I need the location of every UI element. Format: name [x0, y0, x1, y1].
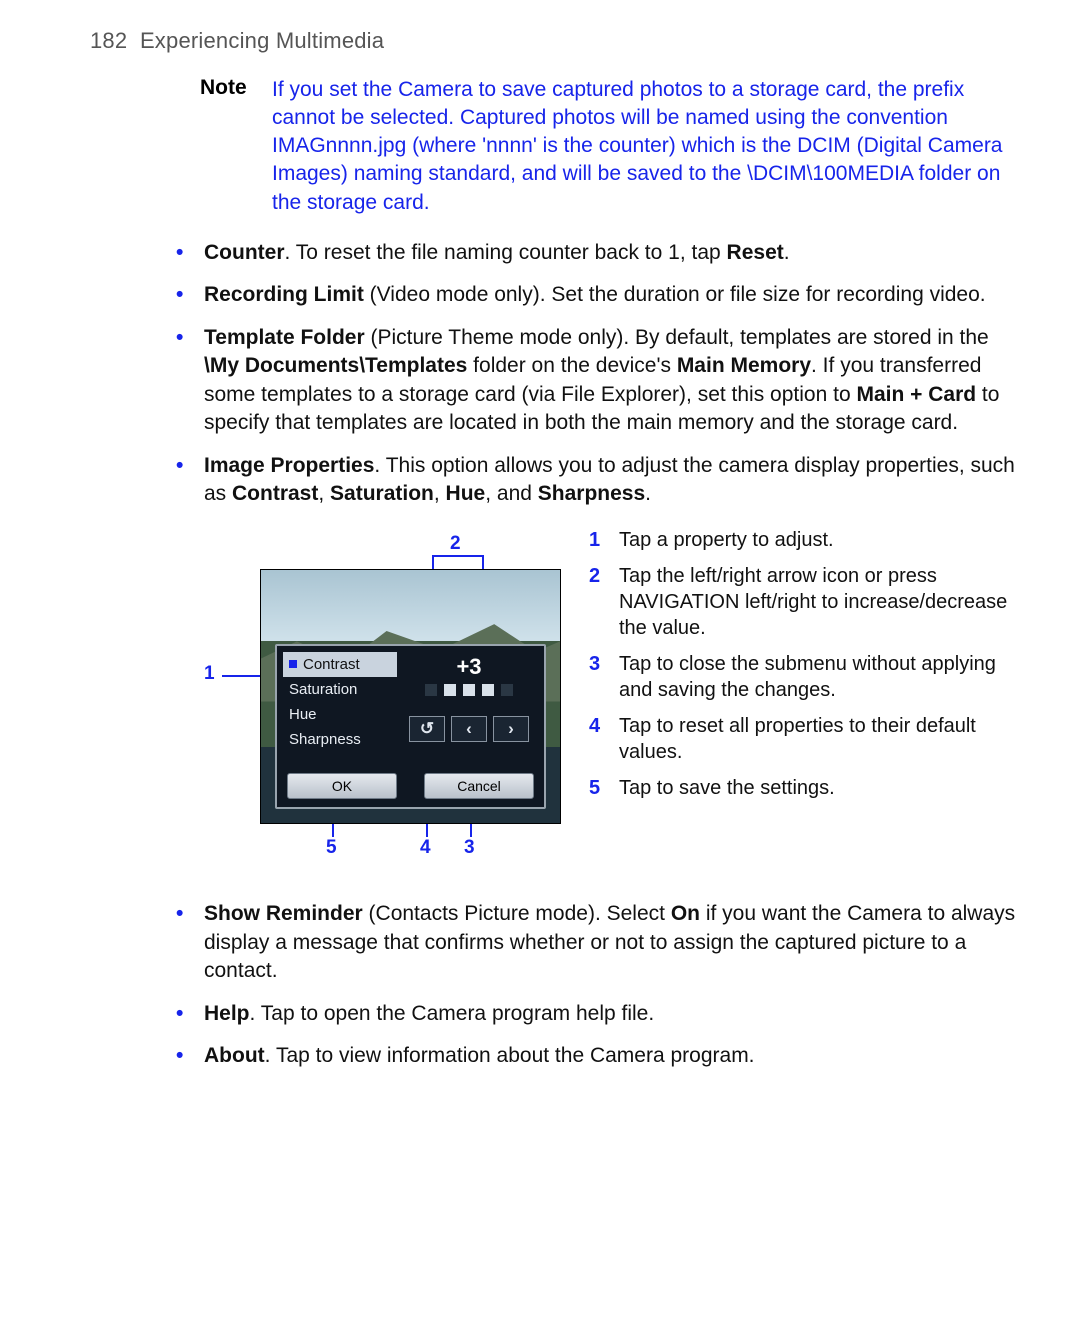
reset-icon[interactable]: ↺: [409, 716, 445, 742]
legend-text: Tap to save the settings.: [619, 775, 835, 801]
legend-num: 5: [589, 775, 605, 801]
ok-button[interactable]: OK: [287, 773, 397, 799]
scale-tick: [425, 684, 437, 696]
bold: Sharpness: [538, 482, 645, 505]
legend-num: 1: [589, 527, 605, 553]
legend-num: 4: [589, 713, 605, 765]
scale-tick: [501, 684, 513, 696]
note-label: Note: [200, 76, 254, 217]
screenshot-column: 1 2 3 4 5 Contrast Saturation Hue Sharpn…: [204, 527, 561, 870]
cancel-button[interactable]: Cancel: [424, 773, 534, 799]
bullet-recording-limit: Recording Limit (Video mode only). Set t…: [176, 281, 1028, 310]
callout-2: 2: [450, 533, 461, 555]
image-properties-panel: Contrast Saturation Hue Sharpness +3: [275, 644, 546, 809]
chapter-title: Experiencing Multimedia: [140, 28, 384, 53]
bold: Reset: [727, 241, 784, 264]
arrow-left-icon[interactable]: ‹: [451, 716, 487, 742]
bold: \My Documents\Templates: [204, 354, 467, 377]
legend-text: Tap to reset all properties to their def…: [619, 713, 1009, 765]
options-list-bottom: Show Reminder (Contacts Picture mode). S…: [176, 900, 1028, 1071]
arrow-right-icon[interactable]: ›: [493, 716, 529, 742]
bg-sky: [261, 570, 560, 641]
bold: Show Reminder: [204, 902, 363, 925]
button-row: OK Cancel: [287, 773, 534, 799]
scale-tick: [463, 684, 475, 696]
callout-3: 3: [464, 837, 475, 859]
value-scale: [409, 684, 529, 696]
leader-line: [432, 555, 484, 557]
value-box: +3: [409, 654, 529, 696]
text: . To reset the file naming counter back …: [285, 241, 727, 264]
page-number: 182: [90, 28, 127, 53]
legend-row: 3 Tap to close the submenu without applyi…: [589, 651, 1009, 703]
text: .: [784, 241, 790, 264]
legend: 1 Tap a property to adjust. 2Tap the left…: [589, 527, 1009, 811]
text: , and: [485, 482, 538, 505]
page-header: 182 Experiencing Multimedia: [90, 28, 1028, 54]
bullet-about: About. Tap to view information about the…: [176, 1042, 1028, 1071]
bold: Main + Card: [856, 383, 976, 406]
text: ,: [318, 482, 330, 505]
property-saturation[interactable]: Saturation: [283, 677, 397, 702]
callout-5: 5: [326, 837, 337, 859]
bold: Image Properties: [204, 454, 374, 477]
text: folder on the device's: [467, 354, 676, 377]
legend-num: 3: [589, 651, 605, 703]
text: ,: [434, 482, 446, 505]
legend-row: 2Tap the left/right arrow icon or press …: [589, 563, 1009, 641]
value-text: +3: [409, 654, 529, 680]
legend-row: 5 Tap to save the settings.: [589, 775, 1009, 801]
bold: On: [671, 902, 700, 925]
bold: Template Folder: [204, 326, 365, 349]
property-hue[interactable]: Hue: [283, 702, 397, 727]
bullet-counter: Counter. To reset the file naming counte…: [176, 239, 1028, 268]
bullet-help: Help. Tap to open the Camera program hel…: [176, 1000, 1028, 1029]
bullet-show-reminder: Show Reminder (Contacts Picture mode). S…: [176, 900, 1028, 986]
legend-text: Tap a property to adjust.: [619, 527, 834, 553]
bold: Main Memory: [677, 354, 811, 377]
camera-screenshot: Contrast Saturation Hue Sharpness +3: [260, 569, 561, 824]
bold: Counter: [204, 241, 285, 264]
text: . Tap to view information about the Came…: [265, 1044, 755, 1067]
bold: Saturation: [330, 482, 434, 505]
text: (Video mode only). Set the duration or f…: [364, 283, 986, 306]
text: .: [645, 482, 651, 505]
bold: About: [204, 1044, 265, 1067]
bullet-template-folder: Template Folder (Picture Theme mode only…: [176, 324, 1028, 438]
property-list: Contrast Saturation Hue Sharpness: [283, 652, 397, 752]
callout-1: 1: [204, 663, 215, 685]
text: (Contacts Picture mode). Select: [363, 902, 671, 925]
bold: Hue: [446, 482, 486, 505]
text: (Picture Theme mode only). By default, t…: [365, 326, 989, 349]
bold: Help: [204, 1002, 250, 1025]
text: . Tap to open the Camera program help fi…: [250, 1002, 655, 1025]
scale-tick: [482, 684, 494, 696]
property-sharpness[interactable]: Sharpness: [283, 727, 397, 752]
figure-block: 1 2 3 4 5 Contrast Saturation Hue Sharpn…: [204, 527, 1028, 870]
legend-row: 4 Tap to reset all properties to their de…: [589, 713, 1009, 765]
legend-text: Tap to close the submenu without applyin…: [619, 651, 1009, 703]
property-contrast[interactable]: Contrast: [283, 652, 397, 677]
callout-4: 4: [420, 837, 431, 859]
arrow-row: ↺ ‹ ›: [409, 716, 529, 742]
page: 182 Experiencing Multimedia Note If you …: [0, 0, 1080, 1125]
note-body: If you set the Camera to save captured p…: [272, 76, 1028, 217]
legend-num: 2: [589, 563, 605, 641]
options-list-top: Counter. To reset the file naming counte…: [176, 239, 1028, 509]
note-block: Note If you set the Camera to save captu…: [200, 76, 1028, 217]
legend-row: 1 Tap a property to adjust.: [589, 527, 1009, 553]
bold: Contrast: [232, 482, 318, 505]
scale-tick: [444, 684, 456, 696]
legend-text: Tap the left/right arrow icon or press N…: [619, 563, 1009, 641]
bullet-image-properties: Image Properties. This option allows you…: [176, 452, 1028, 509]
bold: Recording Limit: [204, 283, 364, 306]
